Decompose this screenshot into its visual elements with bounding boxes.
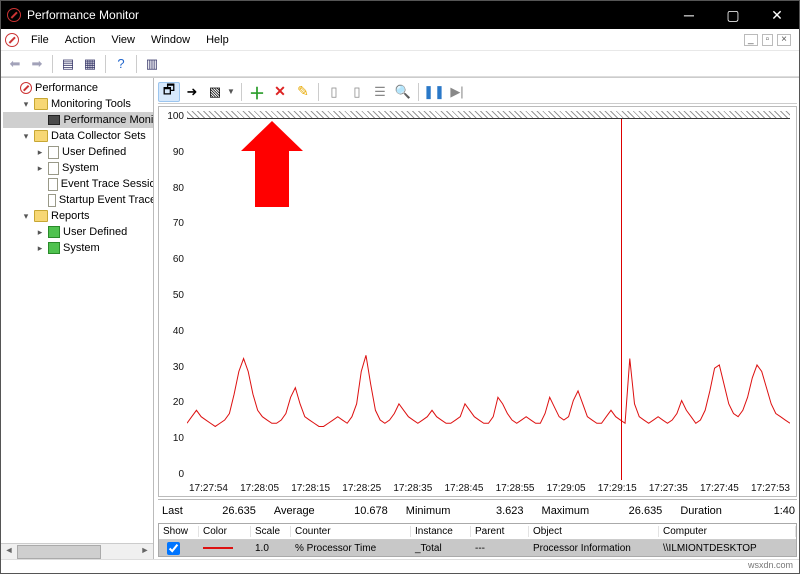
properties-button[interactable]: ☰ bbox=[369, 82, 391, 102]
app-toolbar: ⬅ ➡ ▤ ▦ ? ▥ bbox=[1, 51, 799, 77]
menu-action[interactable]: Action bbox=[57, 32, 104, 48]
highlight-button[interactable]: ✎ bbox=[292, 82, 314, 102]
tree-node-reports-user-defined[interactable]: User Defined bbox=[3, 224, 153, 240]
chart-type-dropdown[interactable]: ▼ bbox=[227, 87, 237, 96]
navigation-tree: Performance Monitoring Tools Performance… bbox=[1, 78, 154, 559]
folder-icon bbox=[34, 210, 48, 222]
maximize-button[interactable]: ▢ bbox=[711, 1, 755, 29]
counter-table-header[interactable]: Show Color Scale Counter Instance Parent… bbox=[159, 524, 796, 540]
perf-icon bbox=[20, 82, 32, 94]
forward-button[interactable]: ➡ bbox=[27, 54, 47, 74]
chart-toolbar: 🗗 ➜ ▧ ▼ ＋ ✕ ✎ ▯ ▯ ☰ 🔍 ❚❚ ▶| bbox=[158, 80, 797, 104]
mdi-minimize[interactable]: _ bbox=[744, 34, 758, 46]
window-title: Performance Monitor bbox=[27, 8, 139, 22]
titlebar[interactable]: Performance Monitor ─ ▢ ✕ bbox=[1, 1, 799, 29]
counter-color-swatch bbox=[203, 547, 233, 549]
mdi-restore[interactable]: ▫ bbox=[762, 34, 774, 46]
folder-icon bbox=[34, 130, 48, 142]
counter-table: Show Color Scale Counter Instance Parent… bbox=[158, 523, 797, 557]
page-icon bbox=[48, 178, 58, 191]
menu-view[interactable]: View bbox=[103, 32, 143, 48]
tree-node-dcs-user-defined[interactable]: User Defined bbox=[3, 144, 153, 160]
update-button[interactable]: ▶| bbox=[446, 82, 468, 102]
view-log-button[interactable]: ➜ bbox=[181, 82, 203, 102]
menu-file[interactable]: File bbox=[23, 32, 57, 48]
tree-node-monitoring-tools[interactable]: Monitoring Tools bbox=[3, 96, 153, 112]
page-icon bbox=[48, 162, 59, 175]
properties-button[interactable]: ▥ bbox=[142, 54, 162, 74]
tree-node-data-collector-sets[interactable]: Data Collector Sets bbox=[3, 128, 153, 144]
chart-type-button[interactable]: ▧ bbox=[204, 82, 226, 102]
watermark: wsxdn.com bbox=[748, 560, 793, 573]
time-marker bbox=[621, 119, 622, 480]
stats-bar: Last26.635 Average10.678 Minimum3.623 Ma… bbox=[158, 499, 797, 519]
tree-node-reports-system[interactable]: System bbox=[3, 240, 153, 256]
tree-node-reports[interactable]: Reports bbox=[3, 208, 153, 224]
show-hide-tree-button[interactable]: ▤ bbox=[58, 54, 78, 74]
options-button[interactable]: ▦ bbox=[80, 54, 100, 74]
tree-node-dcs-startup-trace[interactable]: Startup Event Trace Sessions bbox=[3, 192, 153, 208]
chart-container: 10090 8070 6050 4030 2010 0 bbox=[158, 106, 797, 497]
copy-props-button[interactable]: ▯ bbox=[323, 82, 345, 102]
y-axis: 10090 8070 6050 4030 2010 0 bbox=[163, 111, 187, 480]
folder-icon bbox=[34, 98, 48, 110]
back-button[interactable]: ⬅ bbox=[5, 54, 25, 74]
app-icon bbox=[7, 8, 21, 22]
menu-bar: File Action View Window Help _ ▫ × bbox=[1, 29, 799, 51]
monitor-icon bbox=[48, 115, 60, 125]
sidebar-scrollbar[interactable]: ◄► bbox=[1, 543, 153, 559]
delete-counter-button[interactable]: ✕ bbox=[269, 82, 291, 102]
counter-row[interactable]: 1.0 % Processor Time _Total --- Processo… bbox=[159, 540, 796, 556]
tree-node-performance[interactable]: Performance bbox=[3, 80, 153, 96]
freeze-button[interactable]: ❚❚ bbox=[423, 82, 445, 102]
add-counter-button[interactable]: ＋ bbox=[246, 82, 268, 102]
page-icon bbox=[48, 146, 59, 159]
x-axis: 17:27:5417:28:05 17:28:1517:28:25 17:28:… bbox=[163, 480, 790, 494]
paste-button[interactable]: ▯ bbox=[346, 82, 368, 102]
footer: wsxdn.com bbox=[1, 559, 799, 573]
page-icon bbox=[48, 194, 56, 207]
mdi-close[interactable]: × bbox=[777, 34, 791, 46]
minimize-button[interactable]: ─ bbox=[667, 1, 711, 29]
close-button[interactable]: ✕ bbox=[755, 1, 799, 29]
help-button[interactable]: ? bbox=[111, 54, 131, 74]
chart-plot[interactable] bbox=[187, 111, 790, 480]
tree-node-dcs-system[interactable]: System bbox=[3, 160, 153, 176]
app-icon-small bbox=[5, 33, 19, 47]
annotation-arrow bbox=[241, 121, 303, 207]
zoom-button[interactable]: 🔍 bbox=[392, 82, 414, 102]
report-icon bbox=[48, 226, 60, 238]
counter-show-checkbox[interactable] bbox=[167, 542, 180, 555]
view-current-button[interactable]: 🗗 bbox=[158, 82, 180, 102]
tree-node-performance-monitor[interactable]: Performance Monitor bbox=[3, 112, 153, 128]
tree-node-dcs-event-trace[interactable]: Event Trace Sessions bbox=[3, 176, 153, 192]
report-icon bbox=[48, 242, 60, 254]
menu-window[interactable]: Window bbox=[143, 32, 198, 48]
menu-help[interactable]: Help bbox=[198, 32, 237, 48]
